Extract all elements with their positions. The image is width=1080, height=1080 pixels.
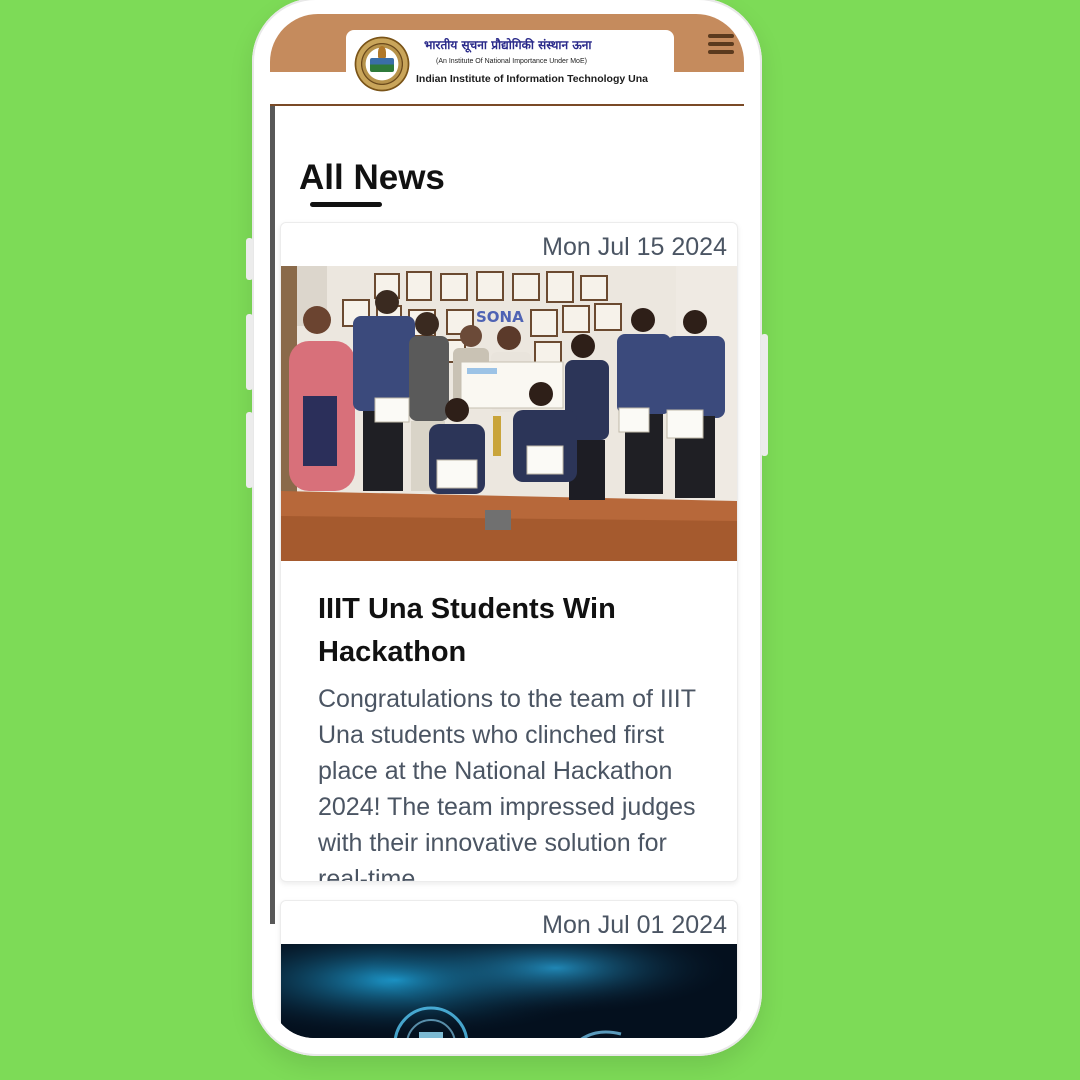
phone-side-button	[246, 412, 253, 488]
logo-english-text: Indian Institute of Information Technolo…	[416, 73, 648, 85]
page-title: All News	[299, 158, 445, 197]
news-date: Mon Jul 01 2024	[542, 911, 727, 939]
news-title[interactable]: IIIT Una Students Win Hackathon	[318, 588, 698, 674]
phone-side-button	[761, 334, 768, 456]
title-underline	[310, 202, 382, 207]
svg-text:SONA: SONA	[476, 308, 524, 326]
news-card[interactable]: Mon Jul 01 2024	[280, 900, 738, 1038]
phone-side-button	[246, 314, 253, 390]
institute-logo[interactable]: भारतीय सूचना प्रौद्योगिकी संस्थान ऊना (A…	[346, 30, 674, 96]
institute-emblem-icon	[352, 34, 412, 94]
logo-subtitle: (An Institute Of National Importance Und…	[436, 58, 587, 65]
news-card[interactable]: Mon Jul 15 2024 SONA IIIT Una Students W…	[280, 222, 738, 882]
phone-screen: भारतीय सूचना प्रौद्योगिकी संस्थान ऊना (A…	[270, 14, 744, 1038]
news-image[interactable]: SONA	[281, 266, 737, 561]
phone-side-button	[246, 238, 253, 280]
news-image[interactable]	[281, 944, 737, 1038]
logo-hindi-text: भारतीय सूचना प्रौद्योगिकी संस्थान ऊना	[424, 38, 592, 52]
screen-edge	[270, 104, 275, 924]
hamburger-menu-icon[interactable]	[708, 34, 734, 58]
news-date: Mon Jul 15 2024	[542, 233, 727, 261]
news-description: Congratulations to the team of IIIT Una …	[318, 685, 696, 881]
site-header: भारतीय सूचना प्रौद्योगिकी संस्थान ऊना (A…	[270, 14, 744, 106]
